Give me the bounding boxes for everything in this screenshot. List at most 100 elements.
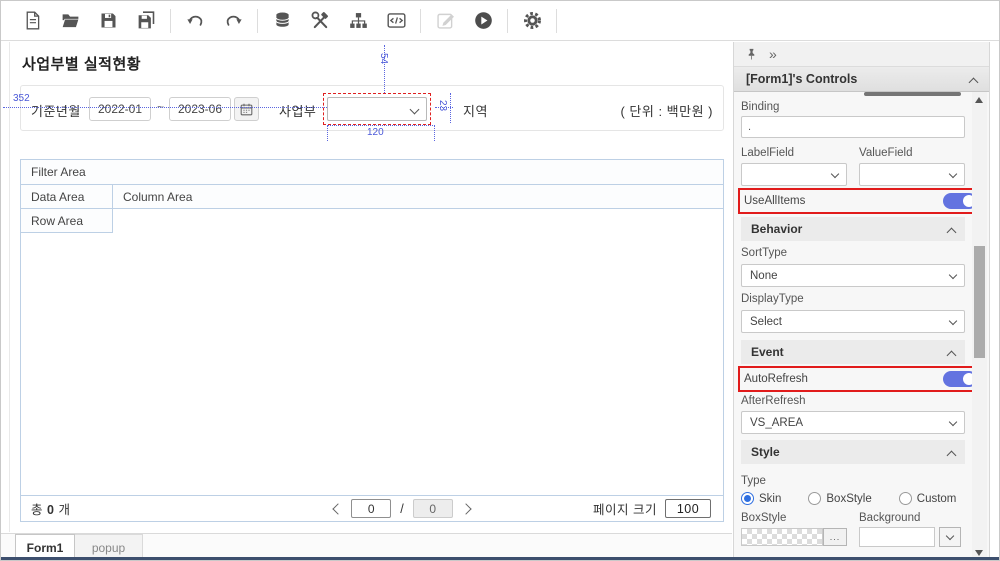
range-separator: ~ [157,100,164,114]
binding-input[interactable]: . [741,116,965,138]
total-suffix: 개 [58,503,70,517]
panel-header-title: [Form1]'s Controls [746,72,857,86]
background-label: Background [859,512,965,524]
section-behavior[interactable]: Behavior [741,217,965,241]
selected-control-outline [323,93,431,125]
collapse-panel-icon[interactable]: » [769,47,777,61]
dept-combobox[interactable] [327,97,427,121]
total-prefix: 총 [31,503,43,517]
chevron-down-icon [949,169,957,177]
valuefield-select[interactable] [859,163,965,186]
useallitems-label: UseAllItems [744,195,805,207]
afterrefresh-select[interactable]: VS_AREA [741,411,965,434]
radio-selected-icon [741,492,754,505]
current-page-input[interactable]: 0 [351,499,391,518]
chevron-up-icon [947,450,957,460]
style-type-radios: Skin BoxStyle Custom [741,492,965,505]
page-size-label: 페이지 크기 [593,499,657,518]
dept-label: 사업부 [279,101,316,120]
section-style[interactable]: Style [741,440,965,464]
calendar-button[interactable] [234,97,259,121]
grid-footer: 총 0 개 0 / 0 페이지 크기 100 [21,495,723,521]
binding-label: Binding [741,101,965,113]
next-page-icon[interactable] [460,503,471,514]
autorefresh-row-highlight: AutoRefresh [738,366,985,392]
page-size-group: 페이지 크기 100 [593,499,723,518]
chevron-up-icon [969,77,979,87]
toolbar-separator [507,9,508,33]
row-area-cell[interactable]: Row Area [21,209,113,233]
chevron-up-icon [947,227,957,237]
toolbar-separator [257,9,258,33]
open-folder-icon[interactable] [51,6,89,36]
pivot-grid: Filter Area Data Area Column Area Row Ar… [20,159,724,522]
radio-boxstyle[interactable]: BoxStyle [808,492,871,505]
background-dropdown-button[interactable] [939,527,961,547]
run-icon[interactable] [464,6,502,36]
section-event[interactable]: Event [741,340,965,364]
pagination: 0 / 0 [211,499,593,518]
chevron-up-icon [947,350,957,360]
chevron-down-icon [831,169,839,177]
main-toolbar [1,1,999,41]
save-icon[interactable] [89,6,127,36]
period-label: 기준년월 [31,101,81,120]
page-size-input[interactable]: 100 [665,499,711,518]
chevron-down-icon [949,270,957,278]
filter-bar: 기준년월 2022-01 ~ 2023-06 사업부 지역 ( 단위 : 백만원… [20,85,724,131]
edit-icon [426,6,464,36]
prev-page-icon[interactable] [333,503,344,514]
boxstyle-swatch[interactable] [741,528,823,546]
undo-icon[interactable] [176,6,214,36]
boxstyle-control: ... [741,527,847,547]
panel-header[interactable]: [Form1]'s Controls [734,67,989,92]
chevron-down-icon [946,532,954,540]
filter-area-cell[interactable]: Filter Area [21,160,723,185]
new-file-icon[interactable] [13,6,51,36]
field-selects-row [741,163,965,186]
boxstyle-ellipsis-button[interactable]: ... [823,528,847,546]
chevron-down-icon [949,316,957,324]
chevron-down-icon [949,417,957,425]
labelfield-label: LabelField [741,147,847,159]
toolbar-separator [170,9,171,33]
sorttype-select[interactable]: None [741,264,965,287]
sitemap-icon[interactable] [339,6,377,36]
radio-skin[interactable]: Skin [741,492,781,505]
toolbar-separator [556,9,557,33]
redo-icon[interactable] [214,6,252,36]
scroll-down-icon[interactable] [975,550,983,556]
labelfield-select[interactable] [741,163,847,186]
scroll-up-icon[interactable] [975,97,983,103]
style-labels-row: BoxStyle Background [741,512,965,524]
total-pages-field: 0 [413,499,453,518]
toolbar-separator [420,9,421,33]
data-area-cell[interactable]: Data Area [21,185,113,208]
code-view-icon[interactable] [377,6,415,36]
page-separator: / [400,502,403,516]
save-all-icon[interactable] [127,6,165,36]
field-labels-row: LabelField ValueField [741,147,965,159]
database-icon[interactable] [263,6,301,36]
window-bottom-strip [1,557,999,560]
displaytype-select[interactable]: Select [741,310,965,333]
background-input[interactable] [859,527,935,547]
grid-header-row: Data Area Column Area [21,185,723,209]
boxstyle-label: BoxStyle [741,512,847,524]
tools-icon[interactable] [301,6,339,36]
pin-icon[interactable] [744,47,759,62]
calendar-icon [239,102,254,117]
radio-custom[interactable]: Custom [899,492,957,505]
scrollbar-thumb[interactable] [974,246,985,358]
afterrefresh-label: AfterRefresh [741,395,965,407]
column-area-cell[interactable]: Column Area [113,185,723,208]
settings-gear-icon[interactable] [513,6,551,36]
panel-content: Binding . LabelField ValueField UseAllIt… [734,92,989,561]
report-title: 사업부별 실적현황 [22,53,141,74]
panel-scrollbar[interactable] [972,92,987,561]
panel-pinbar: » [734,42,989,67]
date-from-input[interactable]: 2022-01 [89,97,151,121]
date-to-input[interactable]: 2023-06 [169,97,231,121]
useallitems-row-highlight: UseAllItems [738,188,985,214]
properties-panel: » [Form1]'s Controls Binding . LabelFiel… [733,42,990,561]
